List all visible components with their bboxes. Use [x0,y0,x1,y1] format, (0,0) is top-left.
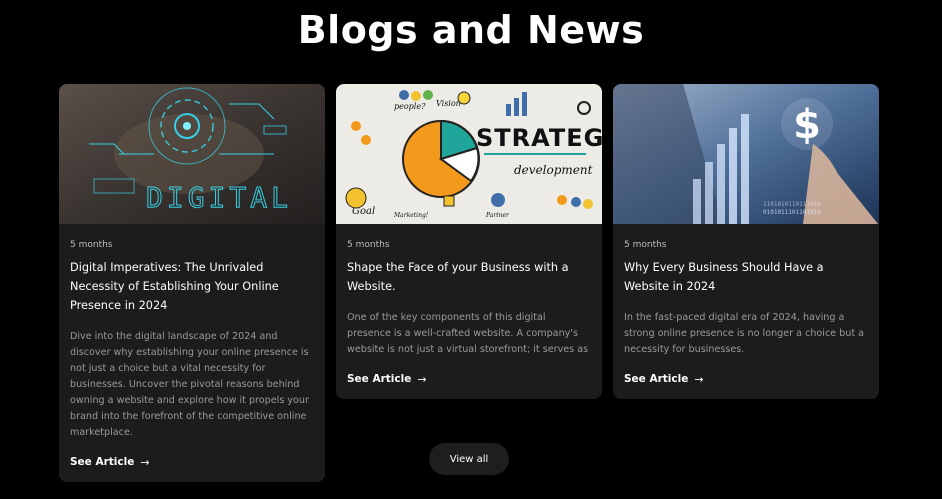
see-article-label: See Article [70,456,135,468]
card-excerpt: In the fast-paced digital era of 2024, h… [624,312,865,355]
card-date: 5 months [347,240,390,250]
card-image-strategy[interactable]: STRATEGY development people? Vision Goal… [336,84,602,224]
card-image-business[interactable]: $ 0101011101101010 1101010110111010 [613,84,879,224]
svg-text:0101011101101010: 0101011101101010 [763,209,821,216]
blog-card-list: DIGITAL 5 months Digital Imperatives: Th… [59,84,879,482]
marketing-text: Marketing! [393,212,429,219]
card-body: 5 months Shape the Face of your Business… [336,224,602,399]
card-body: 5 months Why Every Business Should Have … [613,224,879,399]
card-title[interactable]: Shape the Face of your Business with a W… [347,258,591,296]
card-date: 5 months [70,240,113,250]
see-article-label: See Article [624,373,689,385]
card-image-digital-text: DIGITAL [146,181,292,214]
blog-card[interactable]: $ 0101011101101010 1101010110111010 5 mo… [613,84,879,399]
svg-text:1101010110111010: 1101010110111010 [763,201,821,208]
see-article-link[interactable]: See Article → [347,373,427,386]
card-date: 5 months [624,240,667,250]
see-article-link[interactable]: See Article → [70,456,150,469]
partner-text: Partner [485,212,510,219]
strategy-text: STRATEGY [476,124,602,152]
see-article-label: See Article [347,373,412,385]
card-excerpt: Dive into the digital landscape of 2024 … [70,331,309,438]
development-text: development [514,163,593,177]
view-all-button[interactable]: View all [429,443,509,475]
see-article-link[interactable]: See Article → [624,373,704,386]
section-title: Blogs and News [297,8,645,52]
card-title[interactable]: Digital Imperatives: The Unrivaled Neces… [70,258,314,315]
card-title[interactable]: Why Every Business Should Have a Website… [624,258,868,296]
arrow-right-icon: → [694,372,704,386]
vision-text: Vision [436,99,461,108]
people-text: people? [394,102,426,111]
arrow-right-icon: → [140,455,150,469]
card-excerpt: One of the key components of this digita… [347,312,589,355]
blog-card[interactable]: STRATEGY development people? Vision Goal… [336,84,602,399]
arrow-right-icon: → [417,372,427,386]
card-body: 5 months Digital Imperatives: The Unriva… [59,224,325,482]
blog-card[interactable]: DIGITAL 5 months Digital Imperatives: Th… [59,84,325,482]
card-image-digital[interactable]: DIGITAL [59,84,325,224]
